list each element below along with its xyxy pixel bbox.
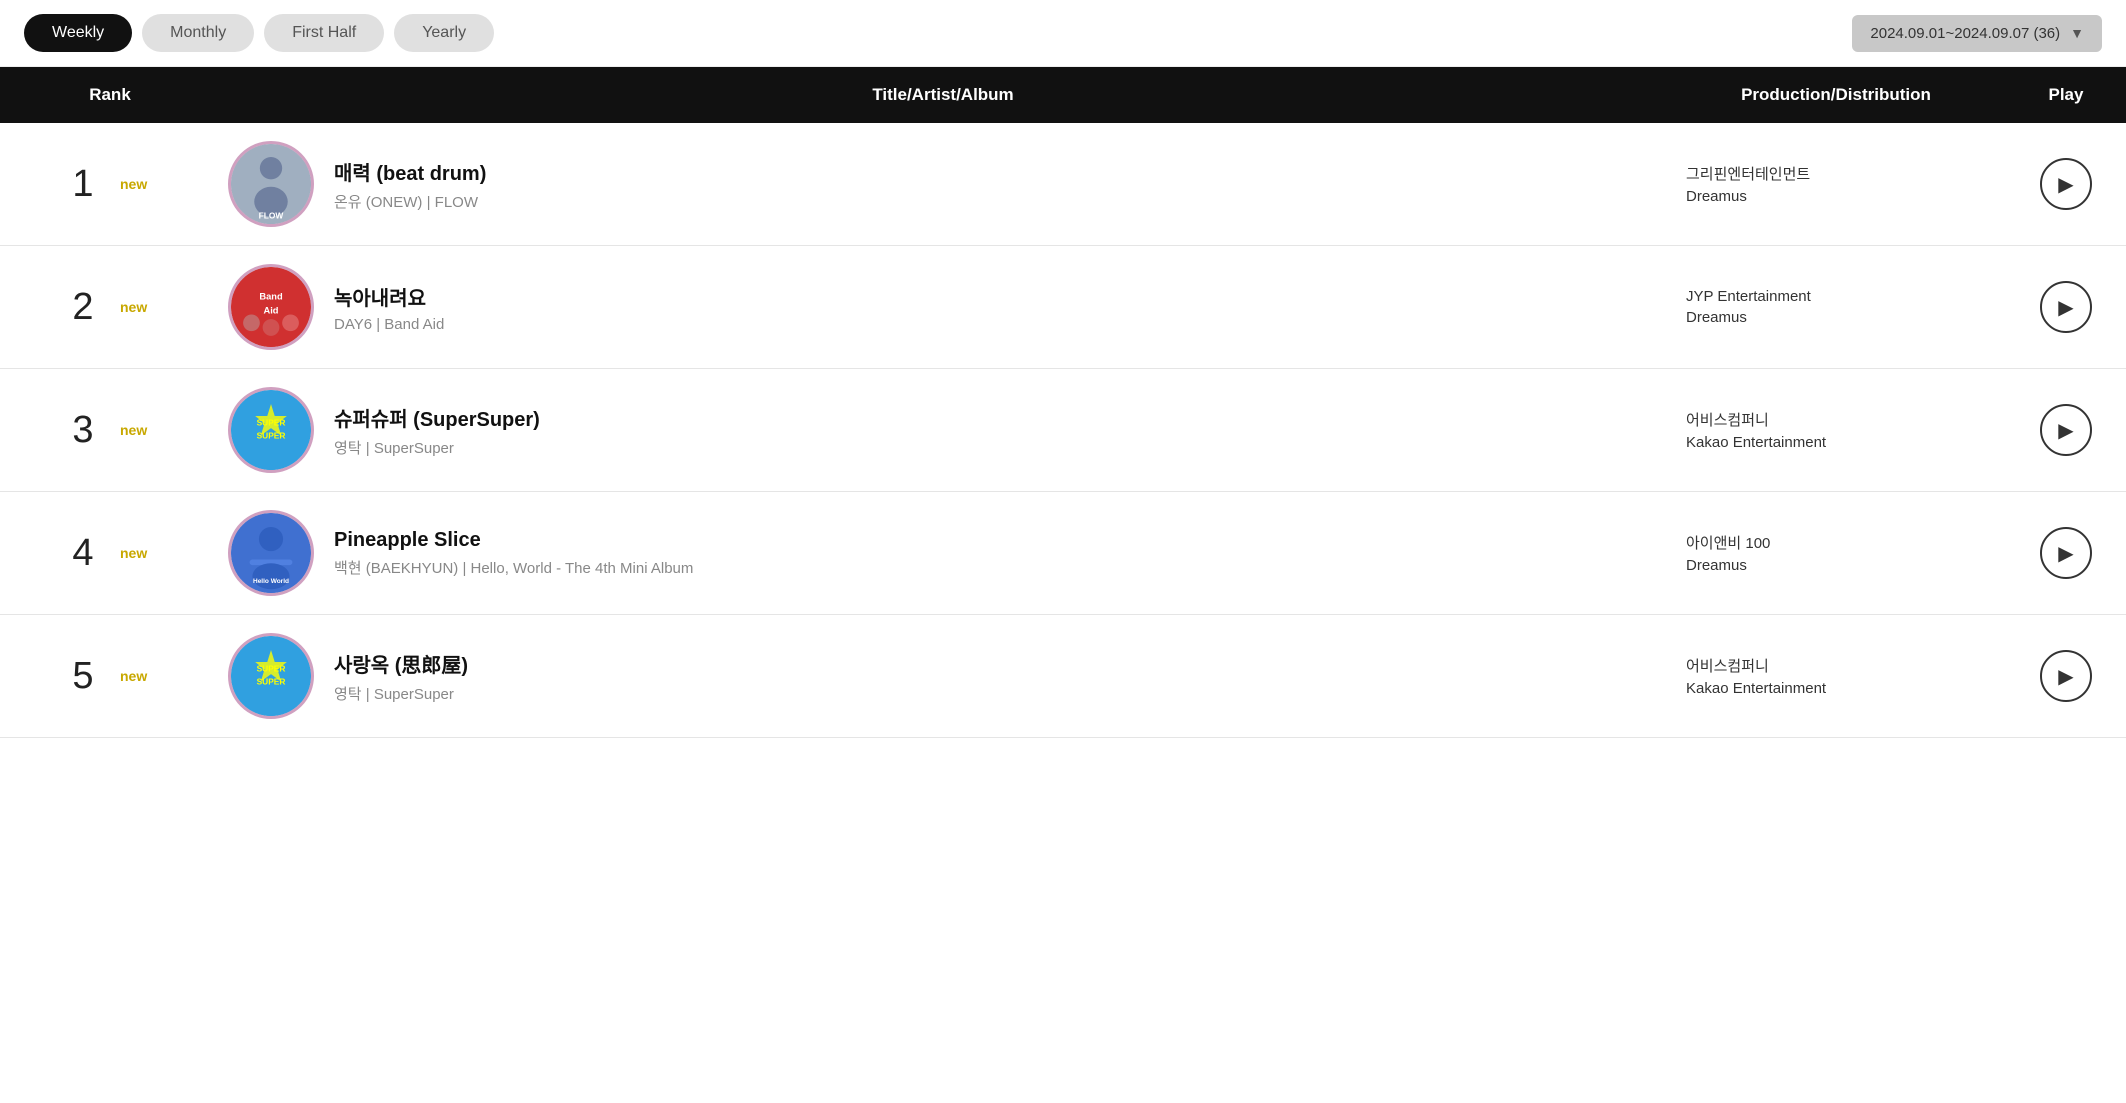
- album-art: Band Aid: [228, 264, 314, 350]
- song-subtitle: 영탁 | SuperSuper: [334, 437, 540, 458]
- album-art-inner: SUPER SUPER: [231, 636, 311, 716]
- table-row: 5 new SUPER SUPER 사랑옥 (思郎屋) 영탁 | SuperSu…: [0, 615, 2126, 738]
- title-cell: Band Aid 녹아내려요 DAY6 | Band Aid: [220, 264, 1666, 350]
- rank-cell: 2 new: [0, 286, 220, 329]
- tab-yearly[interactable]: Yearly: [394, 14, 494, 52]
- album-art-inner: SUPER SUPER: [231, 390, 311, 470]
- song-info: 녹아내려요 DAY6 | Band Aid: [334, 282, 444, 333]
- title-cell: SUPER SUPER 슈퍼슈퍼 (SuperSuper) 영탁 | Super…: [220, 387, 1666, 473]
- rank-number: 1: [64, 163, 102, 206]
- title-cell: SUPER SUPER 사랑옥 (思郎屋) 영탁 | SuperSuper: [220, 633, 1666, 719]
- album-art-inner: Hello World: [231, 513, 311, 593]
- distribution-name: Kakao Entertainment: [1686, 434, 1986, 451]
- prod-cell: 아이앤비 100 Dreamus: [1666, 532, 2006, 574]
- chevron-down-icon: ▼: [2070, 25, 2084, 41]
- rank-number: 2: [64, 286, 102, 329]
- play-cell: ▶: [2006, 158, 2126, 210]
- song-subtitle: 온유 (ONEW) | FLOW: [334, 191, 486, 212]
- table-row: 4 new Hello World Pineapple Slice 백현 (BA…: [0, 492, 2126, 615]
- song-subtitle: 백현 (BAEKHYUN) | Hello, World - The 4th M…: [334, 557, 693, 578]
- date-range-dropdown[interactable]: 2024.09.01~2024.09.07 (36) ▼: [1852, 15, 2102, 52]
- play-button[interactable]: ▶: [2040, 158, 2092, 210]
- album-art: FLOW: [228, 141, 314, 227]
- play-cell: ▶: [2006, 404, 2126, 456]
- production-name: 어비스컴퍼니: [1686, 409, 1986, 430]
- header-play: Play: [2006, 67, 2126, 123]
- header-rank: Rank: [0, 67, 220, 123]
- tab-first-half[interactable]: First Half: [264, 14, 384, 52]
- rank-badge: new: [120, 668, 156, 684]
- production-name: JYP Entertainment: [1686, 288, 1986, 305]
- song-title: Pineapple Slice: [334, 529, 693, 552]
- song-title: 녹아내려요: [334, 282, 444, 311]
- rank-badge: new: [120, 176, 156, 192]
- header-production: Production/Distribution: [1666, 67, 2006, 123]
- table-row: 3 new SUPER SUPER 슈퍼슈퍼 (SuperSuper) 영탁 |…: [0, 369, 2126, 492]
- play-button[interactable]: ▶: [2040, 650, 2092, 702]
- play-button[interactable]: ▶: [2040, 281, 2092, 333]
- prod-cell: JYP Entertainment Dreamus: [1666, 288, 2006, 326]
- prod-cell: 그리핀엔터테인먼트 Dreamus: [1666, 163, 2006, 205]
- song-info: 사랑옥 (思郎屋) 영탁 | SuperSuper: [334, 649, 468, 704]
- album-art-inner: FLOW: [231, 144, 311, 224]
- play-cell: ▶: [2006, 650, 2126, 702]
- tab-monthly[interactable]: Monthly: [142, 14, 254, 52]
- tab-weekly[interactable]: Weekly: [24, 14, 132, 52]
- distribution-name: Kakao Entertainment: [1686, 680, 1986, 697]
- play-button[interactable]: ▶: [2040, 527, 2092, 579]
- chart-list: 1 new FLOW 매력 (beat drum) 온유 (ONEW) | FL…: [0, 123, 2126, 738]
- rank-cell: 4 new: [0, 532, 220, 575]
- song-title: 매력 (beat drum): [334, 157, 486, 186]
- production-name: 어비스컴퍼니: [1686, 655, 1986, 676]
- table-row: 2 new Band Aid 녹아내려요 DAY6 | Band Aid JYP…: [0, 246, 2126, 369]
- rank-badge: new: [120, 299, 156, 315]
- distribution-name: Dreamus: [1686, 557, 1986, 574]
- album-art: SUPER SUPER: [228, 633, 314, 719]
- tab-group: Weekly Monthly First Half Yearly: [24, 14, 494, 52]
- table-header: Rank Title/Artist/Album Production/Distr…: [0, 67, 2126, 123]
- svg-text:Hello World: Hello World: [253, 578, 289, 585]
- rank-number: 3: [64, 409, 102, 452]
- album-art: SUPER SUPER: [228, 387, 314, 473]
- distribution-name: Dreamus: [1686, 309, 1986, 326]
- song-subtitle: 영탁 | SuperSuper: [334, 683, 468, 704]
- song-info: 슈퍼슈퍼 (SuperSuper) 영탁 | SuperSuper: [334, 403, 540, 458]
- song-subtitle: DAY6 | Band Aid: [334, 316, 444, 333]
- rank-badge: new: [120, 545, 156, 561]
- rank-cell: 3 new: [0, 409, 220, 452]
- title-cell: FLOW 매력 (beat drum) 온유 (ONEW) | FLOW: [220, 141, 1666, 227]
- song-title: 사랑옥 (思郎屋): [334, 649, 468, 678]
- svg-text:Band: Band: [259, 292, 283, 302]
- rank-badge: new: [120, 422, 156, 438]
- play-button[interactable]: ▶: [2040, 404, 2092, 456]
- rank-cell: 5 new: [0, 655, 220, 698]
- album-art-inner: Band Aid: [231, 267, 311, 347]
- album-art: Hello World: [228, 510, 314, 596]
- distribution-name: Dreamus: [1686, 188, 1986, 205]
- song-info: Pineapple Slice 백현 (BAEKHYUN) | Hello, W…: [334, 529, 693, 578]
- production-name: 그리핀엔터테인먼트: [1686, 163, 1986, 184]
- table-row: 1 new FLOW 매력 (beat drum) 온유 (ONEW) | FL…: [0, 123, 2126, 246]
- production-name: 아이앤비 100: [1686, 532, 1986, 553]
- header-title: Title/Artist/Album: [220, 67, 1666, 123]
- date-range-label: 2024.09.01~2024.09.07 (36): [1870, 25, 2060, 42]
- song-title: 슈퍼슈퍼 (SuperSuper): [334, 403, 540, 432]
- rank-number: 4: [64, 532, 102, 575]
- svg-text:Aid: Aid: [264, 306, 279, 316]
- play-cell: ▶: [2006, 281, 2126, 333]
- svg-text:FLOW: FLOW: [259, 210, 284, 220]
- rank-number: 5: [64, 655, 102, 698]
- top-bar: Weekly Monthly First Half Yearly 2024.09…: [0, 0, 2126, 67]
- play-cell: ▶: [2006, 527, 2126, 579]
- prod-cell: 어비스컴퍼니 Kakao Entertainment: [1666, 655, 2006, 697]
- rank-cell: 1 new: [0, 163, 220, 206]
- prod-cell: 어비스컴퍼니 Kakao Entertainment: [1666, 409, 2006, 451]
- title-cell: Hello World Pineapple Slice 백현 (BAEKHYUN…: [220, 510, 1666, 596]
- song-info: 매력 (beat drum) 온유 (ONEW) | FLOW: [334, 157, 486, 212]
